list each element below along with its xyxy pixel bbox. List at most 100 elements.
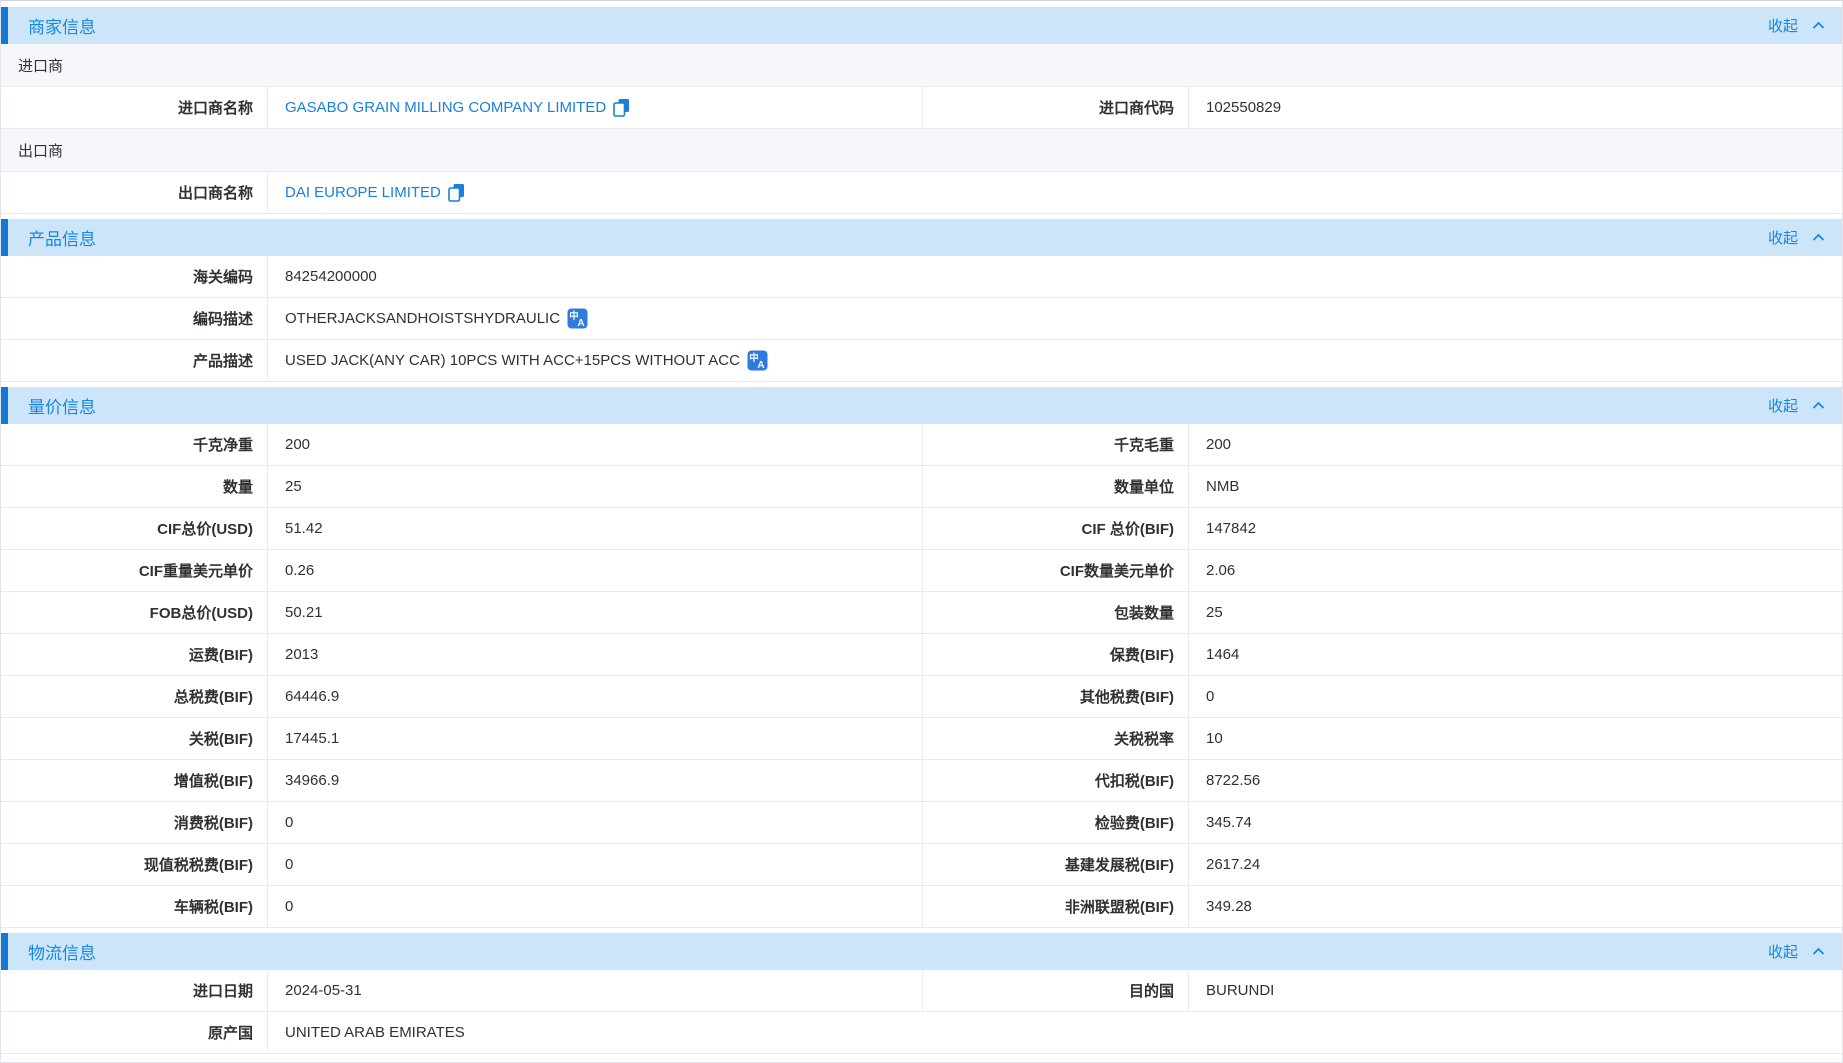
merchant-collapse-button[interactable]: 收起 <box>1768 15 1825 36</box>
import-date-row: 进口日期 2024-05-31 目的国 BURUNDI <box>1 970 1842 1012</box>
row-value: 200 <box>1189 424 1842 465</box>
section-merchant: 商家信息 收起 进口商 进口商名称 GASABO GRAIN MILLING C… <box>1 7 1842 214</box>
merchant-section-header: 商家信息 收起 <box>1 7 1842 44</box>
product-desc-cell: USED JACK(ANY CAR) 10PCS WITH ACC+15PCS … <box>268 340 1842 381</box>
exporter-name-link[interactable]: DAI EUROPE LIMITED <box>285 184 441 201</box>
row-label: CIF 总价(BIF) <box>923 508 1189 549</box>
hs-code-label: 海关编码 <box>1 256 268 297</box>
table-row: 运费(BIF) 2013 保费(BIF) 1464 <box>1 634 1842 676</box>
importer-row: 进口商名称 GASABO GRAIN MILLING COMPANY LIMIT… <box>1 87 1842 129</box>
translate-icon[interactable]: 中A <box>567 308 588 329</box>
table-row: CIF重量美元单价 0.26 CIF数量美元单价 2.06 <box>1 550 1842 592</box>
row-label: 保费(BIF) <box>923 634 1189 675</box>
origin-country-value: UNITED ARAB EMIRATES <box>268 1012 1842 1053</box>
translate-icon[interactable]: 中A <box>747 350 768 371</box>
row-value: 349.28 <box>1189 886 1842 927</box>
row-label: CIF总价(USD) <box>1 508 268 549</box>
row-value: 1464 <box>1189 634 1842 675</box>
row-value: 0 <box>1189 676 1842 717</box>
section-product: 产品信息 收起 海关编码 84254200000 编码描述 OTHERJACKS… <box>1 219 1842 382</box>
row-label: 基建发展税(BIF) <box>923 844 1189 885</box>
code-desc-row: 编码描述 OTHERJACKSANDHOISTSHYDRAULIC 中A <box>1 298 1842 340</box>
chevron-up-icon <box>1812 401 1825 410</box>
row-label: 千克毛重 <box>923 424 1189 465</box>
importer-name-link[interactable]: GASABO GRAIN MILLING COMPANY LIMITED <box>285 99 606 116</box>
row-value: 25 <box>268 466 923 507</box>
table-row: FOB总价(USD) 50.21 包装数量 25 <box>1 592 1842 634</box>
exporter-subheader: 出口商 <box>1 129 1842 172</box>
importer-code-label: 进口商代码 <box>923 87 1189 128</box>
table-row: 千克净重 200 千克毛重 200 <box>1 424 1842 466</box>
import-date-label: 进口日期 <box>1 970 268 1011</box>
table-row: 数量 25 数量单位 NMB <box>1 466 1842 508</box>
origin-country-row: 原产国 UNITED ARAB EMIRATES <box>1 1012 1842 1054</box>
collapse-label: 收起 <box>1768 227 1798 248</box>
row-label: 代扣税(BIF) <box>923 760 1189 801</box>
section-accent-bar <box>1 219 8 256</box>
row-label: 总税费(BIF) <box>1 676 268 717</box>
copy-icon[interactable] <box>613 98 630 117</box>
row-value: 64446.9 <box>268 676 923 717</box>
row-value: 0.26 <box>268 550 923 591</box>
row-label: 千克净重 <box>1 424 268 465</box>
svg-text:A: A <box>757 360 764 371</box>
importer-name-cell: GASABO GRAIN MILLING COMPANY LIMITED <box>268 87 923 128</box>
chevron-up-icon <box>1812 233 1825 242</box>
row-value: 8722.56 <box>1189 760 1842 801</box>
collapse-label: 收起 <box>1768 15 1798 36</box>
chevron-up-icon <box>1812 947 1825 956</box>
row-label: 关税(BIF) <box>1 718 268 759</box>
code-desc-value: OTHERJACKSANDHOISTSHYDRAULIC <box>285 310 560 327</box>
import-date-value: 2024-05-31 <box>268 970 923 1011</box>
row-label: 检验费(BIF) <box>923 802 1189 843</box>
section-logistics: 物流信息 收起 进口日期 2024-05-31 目的国 BURUNDI 原产国 … <box>1 933 1842 1054</box>
hs-code-value: 84254200000 <box>268 256 1842 297</box>
section-accent-bar <box>1 933 8 970</box>
row-label: 数量单位 <box>923 466 1189 507</box>
trade-record-detail-page: 商家信息 收起 进口商 进口商名称 GASABO GRAIN MILLING C… <box>0 0 1843 1063</box>
row-label: 车辆税(BIF) <box>1 886 268 927</box>
product-collapse-button[interactable]: 收起 <box>1768 227 1825 248</box>
row-value: 25 <box>1189 592 1842 633</box>
section-price: 量价信息 收起 千克净重 200 千克毛重 200 数量 25 数量单位 NMB… <box>1 387 1842 928</box>
section-accent-bar <box>1 387 8 424</box>
destination-value: BURUNDI <box>1189 970 1842 1011</box>
collapse-label: 收起 <box>1768 941 1798 962</box>
logistics-collapse-button[interactable]: 收起 <box>1768 941 1825 962</box>
row-value: 0 <box>268 802 923 843</box>
row-value: 200 <box>268 424 923 465</box>
row-label: CIF重量美元单价 <box>1 550 268 591</box>
row-label: 包装数量 <box>923 592 1189 633</box>
logistics-section-title: 物流信息 <box>28 939 96 964</box>
destination-label: 目的国 <box>923 970 1189 1011</box>
product-section-title: 产品信息 <box>28 225 96 250</box>
row-label: FOB总价(USD) <box>1 592 268 633</box>
code-desc-label: 编码描述 <box>1 298 268 339</box>
copy-icon[interactable] <box>448 183 465 202</box>
row-value: 2013 <box>268 634 923 675</box>
row-label: 运费(BIF) <box>1 634 268 675</box>
table-row: CIF总价(USD) 51.42 CIF 总价(BIF) 147842 <box>1 508 1842 550</box>
row-value: 17445.1 <box>268 718 923 759</box>
logistics-section-header: 物流信息 收起 <box>1 933 1842 970</box>
exporter-name-cell: DAI EUROPE LIMITED <box>268 172 1842 213</box>
origin-country-label: 原产国 <box>1 1012 268 1053</box>
row-label: 其他税费(BIF) <box>923 676 1189 717</box>
row-value: 2.06 <box>1189 550 1842 591</box>
importer-name-label: 进口商名称 <box>1 87 268 128</box>
row-value: NMB <box>1189 466 1842 507</box>
code-desc-cell: OTHERJACKSANDHOISTSHYDRAULIC 中A <box>268 298 1842 339</box>
price-collapse-button[interactable]: 收起 <box>1768 395 1825 416</box>
merchant-section-title: 商家信息 <box>28 13 96 38</box>
row-value: 147842 <box>1189 508 1842 549</box>
product-desc-label: 产品描述 <box>1 340 268 381</box>
row-label: 非洲联盟税(BIF) <box>923 886 1189 927</box>
row-value: 34966.9 <box>268 760 923 801</box>
row-label: 消费税(BIF) <box>1 802 268 843</box>
chevron-up-icon <box>1812 21 1825 30</box>
product-desc-value: USED JACK(ANY CAR) 10PCS WITH ACC+15PCS … <box>285 352 740 369</box>
table-row: 关税(BIF) 17445.1 关税税率 10 <box>1 718 1842 760</box>
importer-subheader: 进口商 <box>1 44 1842 87</box>
section-accent-bar <box>1 7 8 44</box>
collapse-label: 收起 <box>1768 395 1798 416</box>
